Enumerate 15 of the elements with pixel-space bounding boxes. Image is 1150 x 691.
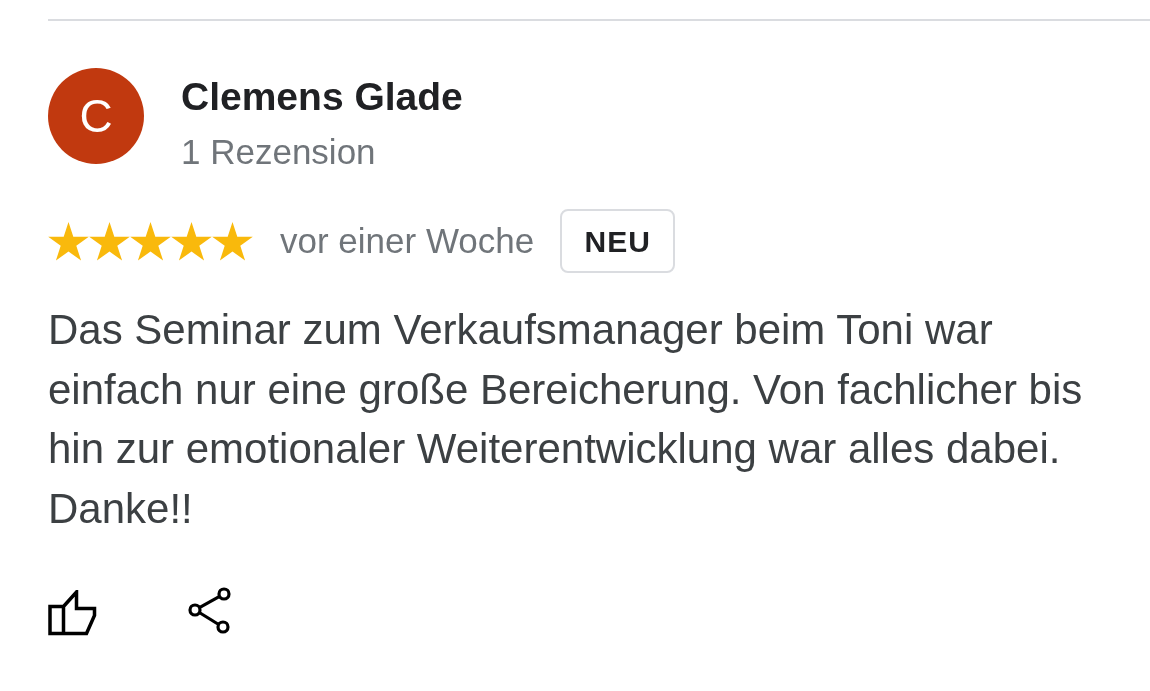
thumbs-up-icon: [48, 590, 97, 636]
star-icon: [171, 221, 212, 261]
star-icon: [130, 221, 171, 261]
like-button[interactable]: [48, 590, 97, 636]
star-icon: [89, 221, 130, 261]
avatar: C: [48, 68, 144, 164]
share-icon: [187, 586, 233, 636]
star-icon: [212, 221, 253, 261]
review-text: Das Seminar zum Verkaufsmanager beim Toni war einfach nur eine große Bereicherung. Von fachlicher bis hin zur emotionaler Weiterentwicklung war alles dabei. Danke!!: [48, 305, 1084, 534]
author-name[interactable]: Clemens Glade: [181, 75, 463, 119]
new-badge: NEU: [560, 209, 676, 273]
share-button[interactable]: [187, 586, 233, 636]
star-icon: [48, 221, 89, 261]
review-count: 1 Rezension: [181, 132, 376, 172]
review-time: vor einer Woche: [280, 221, 535, 261]
